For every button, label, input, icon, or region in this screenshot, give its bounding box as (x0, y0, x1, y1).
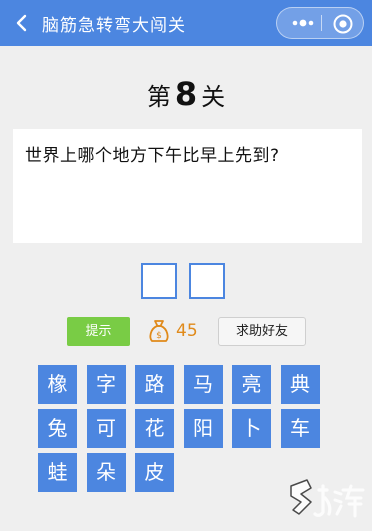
character-key[interactable]: 皮 (135, 453, 174, 492)
money-bag-icon: $ (149, 320, 169, 342)
level-number: 8 (174, 75, 198, 113)
ask-friend-button[interactable]: 求助好友 (218, 317, 306, 346)
character-key[interactable]: 朵 (86, 453, 126, 492)
character-key[interactable]: 典 (280, 365, 320, 404)
coin-count: 45 (176, 321, 198, 341)
question-text: 世界上哪个地方下午比早上先到? (25, 146, 280, 166)
app-title: 脑筋急转弯大闯关 (42, 16, 186, 36)
menu-capsule (276, 7, 364, 39)
level-heading: 第8关 (0, 76, 372, 115)
answer-slot-1[interactable] (141, 263, 177, 299)
top-bar: 脑筋急转弯大闯关 (0, 0, 372, 46)
character-key[interactable]: 卜 (232, 409, 271, 448)
character-key[interactable]: 亮 (232, 365, 271, 404)
back-arrow-icon[interactable] (12, 13, 32, 33)
level-suffix: 关 (201, 83, 226, 111)
more-options-icon[interactable] (289, 14, 317, 32)
character-key[interactable]: 可 (86, 409, 126, 448)
close-miniprogram-icon[interactable] (332, 13, 354, 35)
question-card: 世界上哪个地方下午比早上先到? (13, 129, 362, 243)
character-key[interactable]: 车 (280, 409, 320, 448)
hint-button[interactable]: 提示 (67, 317, 130, 346)
capsule-divider (321, 15, 322, 31)
character-key[interactable]: 蛙 (38, 453, 77, 492)
level-prefix: 第 (146, 83, 171, 111)
answer-slot-2[interactable] (189, 263, 225, 299)
character-key[interactable]: 橡 (38, 365, 77, 404)
character-key[interactable]: 字 (86, 365, 126, 404)
character-key[interactable]: 兔 (38, 409, 77, 448)
character-key[interactable]: 路 (135, 365, 174, 404)
site-logo-watermark (290, 479, 365, 518)
character-key[interactable]: 花 (135, 409, 174, 448)
character-key[interactable]: 阳 (183, 409, 223, 448)
character-key[interactable]: 马 (183, 365, 223, 404)
svg-text:$: $ (156, 331, 162, 341)
